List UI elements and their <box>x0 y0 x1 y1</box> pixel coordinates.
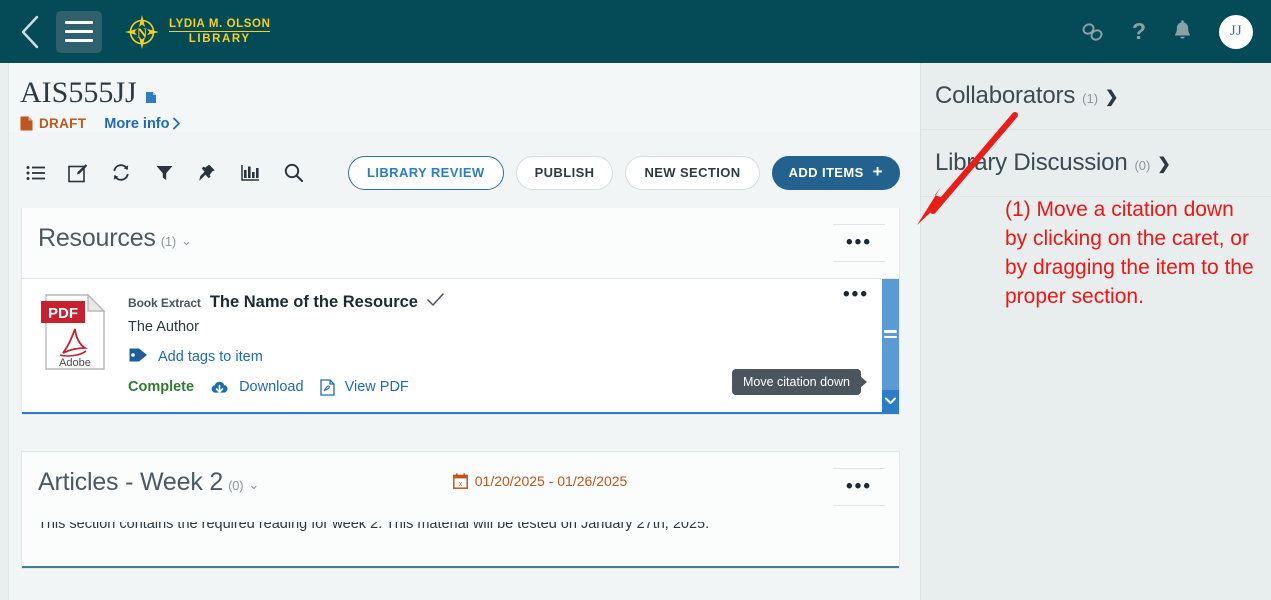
top-navigation-bar: N LYDIA M. OLSON LIBRARY ? JJ <box>0 0 1271 63</box>
resources-section: Resources (1) ⌄ ••• PDF Adobe Book Extra… <box>21 207 900 415</box>
library-review-button[interactable]: LIBRARY REVIEW <box>348 155 504 190</box>
articles-section-header: Articles - Week 2 (0) ⌄ x 01/20/2025 - 0… <box>22 451 899 522</box>
left-rail <box>0 63 9 600</box>
brand-line-2: LIBRARY <box>188 33 251 45</box>
articles-section-menu[interactable]: ••• <box>833 467 885 506</box>
calendar-icon: x <box>452 472 468 489</box>
drag-grip-icon <box>884 330 897 338</box>
chevron-right-icon: ❯ <box>1157 156 1171 173</box>
svg-text:Adobe: Adobe <box>59 357 91 369</box>
publish-button[interactable]: PUBLISH <box>515 155 614 190</box>
tag-icon <box>128 347 148 367</box>
move-citation-down-tooltip: Move citation down <box>731 368 861 395</box>
content-toolbar: LIBRARY REVIEW PUBLISH NEW SECTION ADD I… <box>9 150 920 196</box>
resource-title[interactable]: The Name of the Resource <box>210 293 418 312</box>
articles-section: Articles - Week 2 (0) ⌄ x 01/20/2025 - 0… <box>21 450 900 569</box>
filter-icon[interactable] <box>150 159 178 187</box>
top-bar-actions: ? JJ <box>1080 14 1253 49</box>
articles-section-title[interactable]: Articles - Week 2 (0) ⌄ <box>38 468 259 497</box>
hamburger-menu-icon <box>65 21 93 24</box>
articles-date-range-label: 01/20/2025 - 01/26/2025 <box>474 472 628 489</box>
hamburger-menu-icon <box>65 39 93 42</box>
page-body: AIS555JJ DRAFT More info LIBRARY REVIEW … <box>0 63 1271 600</box>
cloud-download-icon[interactable] <box>210 380 229 395</box>
resources-title-text: Resources <box>38 223 156 252</box>
back-button[interactable] <box>14 12 46 52</box>
application-window: N LYDIA M. OLSON LIBRARY ? JJ AIS555JJ D… <box>0 0 1271 600</box>
chevron-right-icon <box>172 117 180 130</box>
chain-link-icon[interactable] <box>1080 22 1106 42</box>
articles-title-text: Articles - Week 2 <box>38 467 224 496</box>
add-tags-label: Add tags to item <box>158 348 263 365</box>
bell-icon[interactable] <box>1172 19 1193 44</box>
status-badge: DRAFT <box>20 116 86 131</box>
copy-icon[interactable] <box>145 80 160 112</box>
resources-section-menu[interactable]: ••• <box>833 223 885 262</box>
pin-icon[interactable] <box>193 159 221 187</box>
annotation-text: (1) Move a citation down by clicking on … <box>1005 198 1254 308</box>
add-items-button[interactable]: ADD ITEMS + <box>771 155 900 190</box>
sidebar-item-count: (1) <box>1082 91 1099 106</box>
new-section-button[interactable]: NEW SECTION <box>625 155 760 190</box>
document-icon <box>20 116 33 131</box>
resource-author: The Author <box>128 318 199 335</box>
resource-status: Complete <box>128 379 195 395</box>
brand-line-1: LYDIA M. OLSON <box>169 18 271 32</box>
svg-text:PDF: PDF <box>48 305 78 322</box>
bar-chart-icon[interactable] <box>236 159 264 187</box>
title-block: AIS555JJ DRAFT More info <box>9 63 920 132</box>
pdf-file-icon[interactable] <box>319 378 335 396</box>
view-pdf-link[interactable]: View PDF <box>345 379 409 395</box>
resources-count: (1) <box>160 233 177 249</box>
help-icon[interactable]: ? <box>1132 20 1146 43</box>
add-tags-link[interactable]: Add tags to item <box>128 347 885 367</box>
title-meta: DRAFT More info <box>20 116 920 132</box>
pdf-thumbnail-icon: PDF Adobe <box>38 292 112 396</box>
list-view-icon[interactable] <box>21 159 49 187</box>
resources-section-title[interactable]: Resources (1) ⌄ <box>38 224 192 253</box>
menu-button[interactable] <box>56 10 102 53</box>
refresh-icon[interactable] <box>107 159 135 187</box>
brand-logo[interactable]: N LYDIA M. OLSON LIBRARY <box>124 14 271 50</box>
edit-icon[interactable] <box>64 159 92 187</box>
toolbar-icon-group <box>21 159 307 187</box>
chevron-right-icon: ❯ <box>1105 89 1119 106</box>
page-title: AIS555JJ <box>20 77 920 109</box>
red-arrow-icon <box>917 112 1018 225</box>
svg-text:N: N <box>137 26 147 41</box>
chevron-left-icon <box>21 15 39 48</box>
articles-card-accent-border <box>22 565 899 568</box>
resource-item: PDF Adobe Book Extract The Name of the R… <box>22 277 899 412</box>
download-link[interactable]: Download <box>239 379 304 395</box>
action-buttons: LIBRARY REVIEW PUBLISH NEW SECTION ADD I… <box>348 155 920 190</box>
chevron-down-icon[interactable]: ⌄ <box>181 233 192 249</box>
page-title-text: AIS555JJ <box>20 76 137 109</box>
sections-list: Resources (1) ⌄ ••• PDF Adobe Book Extra… <box>9 196 920 569</box>
move-citation-down-button[interactable] <box>882 389 899 412</box>
checkmark-icon <box>427 292 444 312</box>
plus-icon: + <box>872 162 883 181</box>
resource-card-accent-border <box>22 411 899 414</box>
resource-heading: Book Extract The Name of the Resource <box>128 293 885 312</box>
sidebar-item-count: (0) <box>1134 158 1151 173</box>
status-badge-label: DRAFT <box>39 116 87 131</box>
main-content: AIS555JJ DRAFT More info LIBRARY REVIEW … <box>9 63 920 600</box>
svg-text:x: x <box>459 481 463 488</box>
more-info-label: More info <box>104 115 170 132</box>
add-items-label: ADD ITEMS <box>788 165 864 180</box>
articles-count: (0) <box>228 477 244 493</box>
avatar[interactable]: JJ <box>1219 14 1253 49</box>
compass-seal-icon: N <box>124 14 160 50</box>
articles-date-range: x 01/20/2025 - 01/26/2025 <box>452 472 640 489</box>
hamburger-menu-icon <box>65 30 93 33</box>
more-info-link[interactable]: More info <box>104 116 180 132</box>
chevron-down-icon[interactable]: ⌄ <box>248 477 259 493</box>
chevron-down-icon <box>885 397 896 404</box>
drag-handle[interactable] <box>882 278 899 412</box>
right-sidebar: Collaborators (1) ❯ Library Discussion (… <box>917 63 1271 600</box>
resource-type: Book Extract <box>128 295 201 310</box>
resources-section-header: Resources (1) ⌄ ••• <box>22 207 899 278</box>
search-icon[interactable] <box>279 159 307 187</box>
